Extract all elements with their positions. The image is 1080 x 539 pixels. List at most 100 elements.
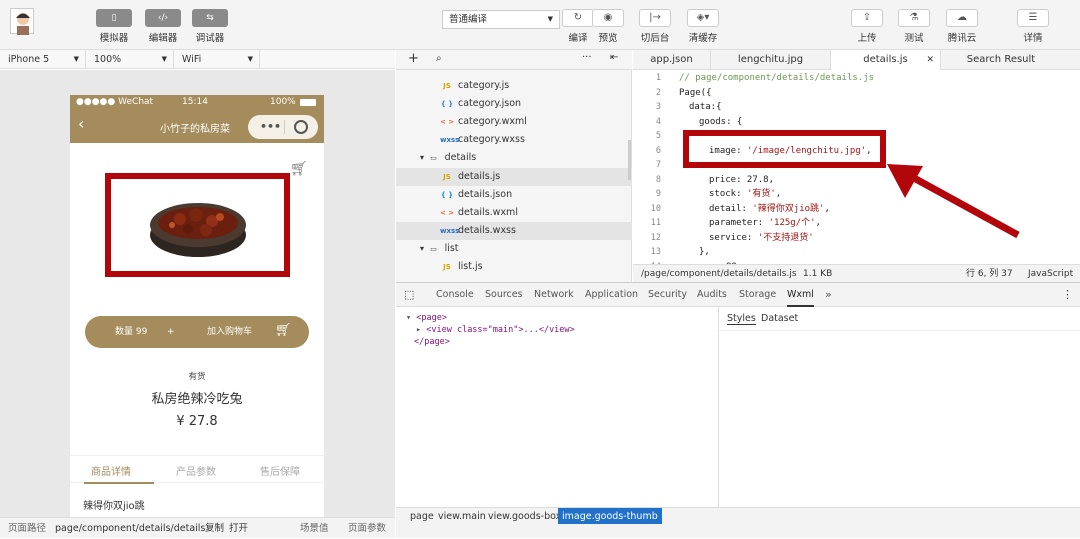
horizontal-scrollbar[interactable] — [396, 524, 1080, 538]
test-button[interactable]: ⚗ 测试 — [894, 9, 934, 44]
file-item[interactable]: < > category.wxml — [396, 113, 632, 131]
tencent-cloud-label: 腾讯云 — [947, 33, 977, 44]
tab-styles[interactable]: Styles — [727, 313, 756, 325]
file-item[interactable]: { } category.json — [396, 95, 632, 113]
file-item[interactable]: < > details.wxml — [396, 204, 632, 222]
close-circle-icon[interactable] — [294, 120, 308, 134]
page-params-button[interactable]: 页面参数 — [348, 518, 386, 539]
file-name: category.wxml — [458, 116, 527, 128]
line-number: 8 — [655, 174, 661, 185]
js-file-icon: JS — [443, 172, 451, 181]
collapse-icon[interactable]: ⇤ — [610, 52, 618, 63]
clear-cache-button[interactable]: ◈▾ 清缓存 — [683, 9, 723, 44]
editor-button[interactable]: ‹/› 编辑器 — [145, 9, 181, 44]
caret-down-icon: ▼ — [547, 15, 553, 23]
language-mode[interactable]: JavaScript — [1028, 265, 1073, 283]
cart-bar[interactable]: 数量 99 + 加入购物车 🛒︎ — [85, 316, 309, 348]
code-line[interactable]: data:{ — [679, 100, 722, 115]
more-icon[interactable]: ··· — [582, 52, 592, 63]
file-item[interactable]: JS category.js — [396, 77, 632, 95]
scene-button[interactable]: 场景值 — [300, 518, 329, 539]
file-name: details.json — [458, 188, 513, 200]
kebab-menu-icon[interactable]: ⋮ — [1062, 288, 1073, 301]
tab-search-result[interactable]: Search Result — [941, 50, 1061, 70]
tab-sources[interactable]: Sources — [485, 283, 523, 307]
line-number: 4 — [655, 116, 661, 127]
plus-button[interactable]: + — [167, 316, 175, 348]
folder-item[interactable]: ▾ ▭ list — [396, 240, 632, 258]
tab-lengchitu-jpg[interactable]: lengchitu.jpg — [711, 50, 831, 70]
tab-dataset[interactable]: Dataset — [761, 313, 798, 324]
tab-after-sales[interactable]: 售后保障 — [260, 463, 300, 478]
details-button[interactable]: ☰ 详情 — [1013, 9, 1053, 44]
upload-button[interactable]: ⇪ 上传 — [847, 9, 887, 44]
device-select[interactable]: iPhone 5 ▼ — [0, 50, 86, 69]
code-line[interactable]: goods: { — [679, 115, 742, 130]
network-select[interactable]: WiFi ▼ — [174, 50, 260, 69]
code-token: parameter: — [709, 218, 769, 228]
search-icon[interactable]: ⌕ — [436, 53, 442, 64]
add-to-cart-button[interactable]: 加入购物车 — [207, 316, 252, 348]
tree-scrollbar[interactable] — [628, 140, 631, 180]
tab-network[interactable]: Network — [534, 283, 574, 307]
tab-details-js[interactable]: details.js ✕ — [831, 50, 941, 70]
battery-icon — [300, 99, 316, 106]
folder-item[interactable]: ▾ ▭ details — [396, 149, 632, 167]
code-line[interactable]: // page/component/details/details.js — [679, 71, 874, 86]
js-file-icon: JS — [443, 263, 451, 271]
add-icon[interactable]: + — [408, 51, 419, 66]
simulator-button[interactable]: ▯ 模拟器 — [96, 9, 132, 44]
dom-node-view-main[interactable]: ▸ <view class="main">...</view> — [416, 325, 575, 335]
test-label: 测试 — [904, 33, 924, 44]
tab-goods-detail[interactable]: 商品详情 — [91, 463, 131, 478]
code-token: '有货' — [746, 189, 776, 199]
file-item[interactable]: wxsscategory.wxss — [396, 131, 632, 149]
debugger-button[interactable]: ⇆ 调试器 — [192, 9, 228, 44]
file-item[interactable]: wxssdetails.wxss — [396, 221, 632, 240]
code-line[interactable]: detail: '辣得你双jio跳', — [679, 202, 830, 217]
goods-price: ¥ 27.8 — [176, 414, 218, 429]
code-line[interactable]: service: '不支持退货' — [679, 231, 814, 246]
tencent-cloud-button[interactable]: ☁ 腾讯云 — [942, 9, 982, 44]
more-tabs-icon[interactable]: » — [825, 283, 832, 307]
zoom-select[interactable]: 100% ▼ — [86, 50, 174, 69]
file-item[interactable]: JS list.js — [396, 258, 632, 276]
compile-mode-value: 普通编译 — [449, 14, 488, 25]
tab-underline — [84, 482, 154, 484]
tab-app-json[interactable]: app.json — [633, 50, 711, 70]
code-line[interactable]: price: 27.8, — [679, 173, 774, 188]
background-button[interactable]: |→ 切后台 — [635, 9, 675, 44]
path-label: 页面路径 — [8, 523, 47, 534]
cart-icon[interactable]: 🛒︎ — [290, 161, 308, 177]
tab-console[interactable]: Console — [436, 283, 474, 307]
more-icon[interactable]: ••• — [260, 115, 281, 139]
code-line[interactable]: stock: '有货', — [679, 187, 781, 202]
inspect-icon[interactable]: ⬚ — [404, 288, 414, 301]
dom-node-page-open[interactable]: ▾ <page> — [406, 313, 447, 323]
close-icon[interactable]: ✕ — [926, 50, 934, 70]
code-line[interactable]: Page({ — [679, 86, 712, 101]
copy-link[interactable]: 复制 — [205, 518, 224, 539]
preview-button[interactable]: ◉ 预览 — [588, 9, 628, 44]
dom-tag: </page> — [414, 337, 450, 347]
network-value: WiFi — [182, 54, 202, 65]
file-item[interactable]: JS details.js — [396, 167, 632, 186]
open-link[interactable]: 打开 — [229, 518, 248, 539]
code-line[interactable]: }, — [679, 245, 710, 260]
wxml-tree: ▾ <page> ▸ <view class="main">...</view>… — [396, 307, 718, 507]
back-icon[interactable]: ‹ — [78, 114, 84, 133]
tab-application[interactable]: Application — [585, 283, 638, 307]
tab-security[interactable]: Security — [648, 283, 687, 307]
file-item[interactable]: { } details.json — [396, 186, 632, 204]
tab-wxml[interactable]: Wxml — [787, 283, 814, 307]
mini-program-capsule[interactable]: ••• — [248, 115, 318, 139]
compile-mode-select[interactable]: 普通编译 ▼ — [442, 10, 560, 29]
tab-product-params[interactable]: 产品参数 — [176, 463, 216, 478]
tab-audits[interactable]: Audits — [697, 283, 727, 307]
user-avatar[interactable] — [10, 8, 34, 35]
json-file-icon: { } — [440, 190, 454, 199]
folder-file-icon: ▭ — [430, 244, 437, 253]
tab-storage[interactable]: Storage — [739, 283, 776, 307]
code-line[interactable]: parameter: '125g/个', — [679, 216, 821, 231]
line-number: 2 — [655, 87, 661, 98]
